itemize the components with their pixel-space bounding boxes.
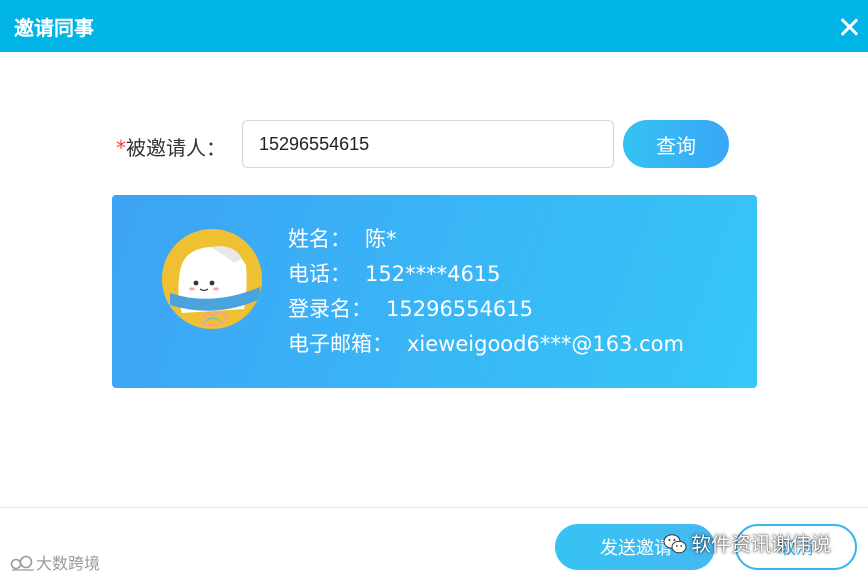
brand-watermark: 大数跨境 — [10, 550, 100, 574]
close-icon[interactable] — [840, 18, 858, 36]
wechat-icon — [663, 534, 687, 554]
email-row: 电子邮箱： xieweigood6***@163.com — [288, 330, 684, 365]
invitee-label: *被邀请人： — [116, 132, 226, 161]
wechat-watermark: 软件资讯谢伟说 — [663, 528, 831, 556]
user-info-list: 姓名： 陈* 电话： 152****4615 登录名： 15296554615 电子邮… — [288, 225, 684, 365]
dialog-titlebar: 邀请同事 — [0, 0, 868, 52]
footer-divider — [0, 507, 868, 508]
name-value: 陈* — [365, 227, 397, 251]
invitee-form-row: *被邀请人： 查询 — [0, 118, 868, 172]
invitee-label-text: 被邀请人： — [126, 136, 226, 160]
login-row: 登录名： 15296554615 — [288, 295, 684, 330]
phone-key: 电话： — [288, 262, 351, 286]
email-value: xieweigood6***@163.com — [407, 332, 684, 356]
brand-logo-icon — [10, 555, 34, 571]
login-value: 15296554615 — [386, 297, 533, 321]
query-button[interactable]: 查询 — [623, 120, 729, 168]
dialog-title: 邀请同事 — [14, 16, 94, 40]
avatar — [162, 229, 262, 329]
name-key: 姓名： — [288, 227, 351, 251]
name-row: 姓名： 陈* — [288, 225, 684, 260]
phone-value: 152****4615 — [365, 262, 501, 286]
invitee-phone-input[interactable] — [242, 120, 614, 168]
avatar-image — [162, 229, 262, 329]
required-mark: * — [116, 136, 126, 160]
email-key: 电子邮箱： — [288, 332, 393, 356]
phone-row: 电话： 152****4615 — [288, 260, 684, 295]
user-info-card: 姓名： 陈* 电话： 152****4615 登录名： 15296554615 电子邮… — [112, 195, 757, 388]
login-key: 登录名： — [288, 297, 372, 321]
watermark-text: 软件资讯谢伟说 — [691, 532, 831, 556]
brand-watermark-text: 大数跨境 — [36, 554, 101, 573]
